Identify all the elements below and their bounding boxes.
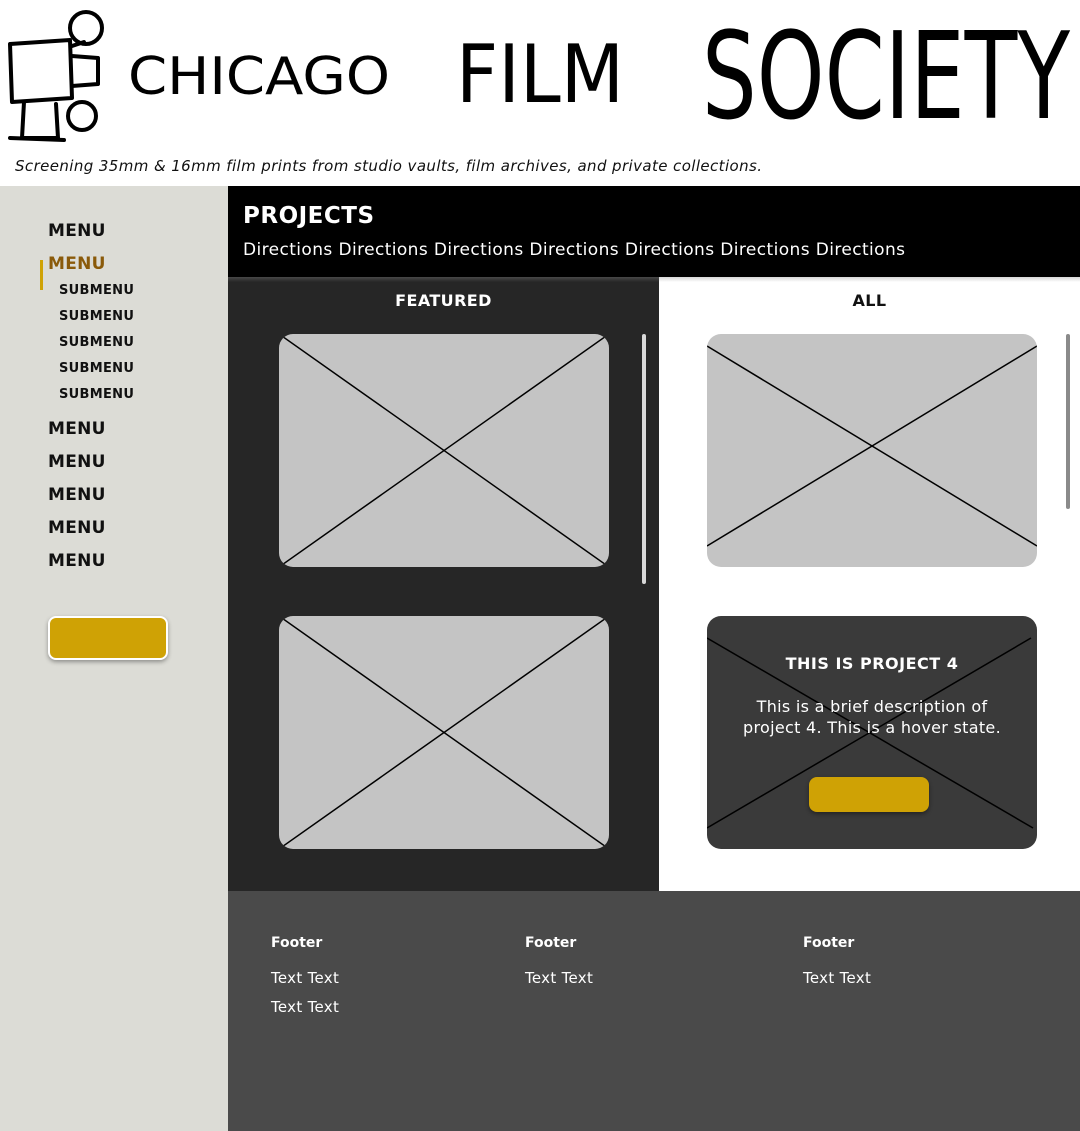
all-title: ALL	[852, 291, 887, 310]
site-tagline: Screening 35mm & 16mm film prints from s…	[15, 157, 763, 175]
featured-project-card[interactable]	[279, 616, 609, 849]
project-card-button[interactable]	[809, 777, 929, 812]
sidebar-menu-item[interactable]: MENU	[48, 485, 106, 505]
featured-title: FEATURED	[395, 291, 492, 310]
logo-word-chicago: CHICAGO	[128, 47, 390, 107]
footer-link[interactable]: Text Text	[525, 969, 593, 998]
footer-link[interactable]: Text Text	[271, 998, 339, 1027]
footer-column: Footer Text Text	[525, 935, 593, 998]
logo-word-society: SOCIETY	[702, 8, 1070, 147]
projects-header: PROJECTS Directions Directions Direction…	[228, 186, 1080, 277]
featured-scrollbar[interactable]	[642, 334, 646, 584]
active-menu-indicator	[40, 260, 43, 290]
sidebar-menu-item[interactable]: MENU	[48, 551, 106, 571]
sidebar-submenu-item[interactable]: SUBMENU	[59, 387, 134, 402]
sidebar-menu-item[interactable]: MENU	[48, 221, 106, 241]
featured-project-card[interactable]	[279, 334, 609, 567]
footer-heading: Footer	[803, 935, 855, 951]
sidebar-menu-item[interactable]: MENU	[48, 452, 106, 472]
footer-heading: Footer	[525, 935, 577, 951]
logo-word-film: FILM	[456, 28, 624, 121]
site-header: CHICAGO FILM SOCIETY Screening 35mm & 16…	[0, 0, 1080, 186]
sidebar-submenu-item[interactable]: SUBMENU	[59, 361, 134, 376]
header-shadow	[228, 277, 1080, 282]
all-column: ALL THIS IS PROJECT 4 This is a brief de…	[659, 277, 1080, 891]
sidebar-menu-item[interactable]: MENU	[48, 518, 106, 538]
project-card-title: THIS IS PROJECT 4	[785, 654, 959, 673]
footer-link[interactable]: Text Text	[271, 969, 339, 998]
project-card-hover[interactable]: THIS IS PROJECT 4 This is a brief descri…	[707, 616, 1037, 849]
sidebar-submenu-item[interactable]: SUBMENU	[59, 309, 134, 324]
sidebar-action-button[interactable]	[48, 616, 168, 660]
project-card[interactable]	[707, 334, 1037, 567]
site-footer: Footer Text Text Text Text Footer Text T…	[228, 891, 1080, 1131]
site-logo[interactable]: CHICAGO FILM SOCIETY	[0, 0, 1080, 150]
film-camera-logo-icon: CHICAGO FILM SOCIETY	[8, 8, 1070, 147]
sidebar-menu-item[interactable]: MENU	[48, 419, 106, 439]
footer-heading: Footer	[271, 935, 323, 951]
image-placeholder-icon	[279, 334, 609, 567]
sidebar-submenu-item[interactable]: SUBMENU	[59, 283, 134, 298]
sidebar-submenu-item[interactable]: SUBMENU	[59, 335, 134, 350]
footer-column: Footer Text Text Text Text	[271, 935, 339, 1027]
footer-link[interactable]: Text Text	[803, 969, 871, 998]
image-placeholder-icon	[279, 616, 609, 849]
image-placeholder-icon	[707, 345, 1037, 547]
featured-column: FEATURED	[228, 277, 659, 891]
sidebar-menu-item-active[interactable]: MENU	[48, 254, 106, 274]
sidebar-nav: MENU MENU SUBMENU SUBMENU SUBMENU SUBMEN…	[0, 186, 228, 1131]
all-scrollbar[interactable]	[1066, 334, 1070, 509]
footer-column: Footer Text Text	[803, 935, 871, 998]
project-card-description: This is a brief description of project 4…	[743, 697, 1001, 737]
projects-directions: Directions Directions Directions Directi…	[243, 240, 906, 260]
projects-title: PROJECTS	[243, 203, 375, 229]
